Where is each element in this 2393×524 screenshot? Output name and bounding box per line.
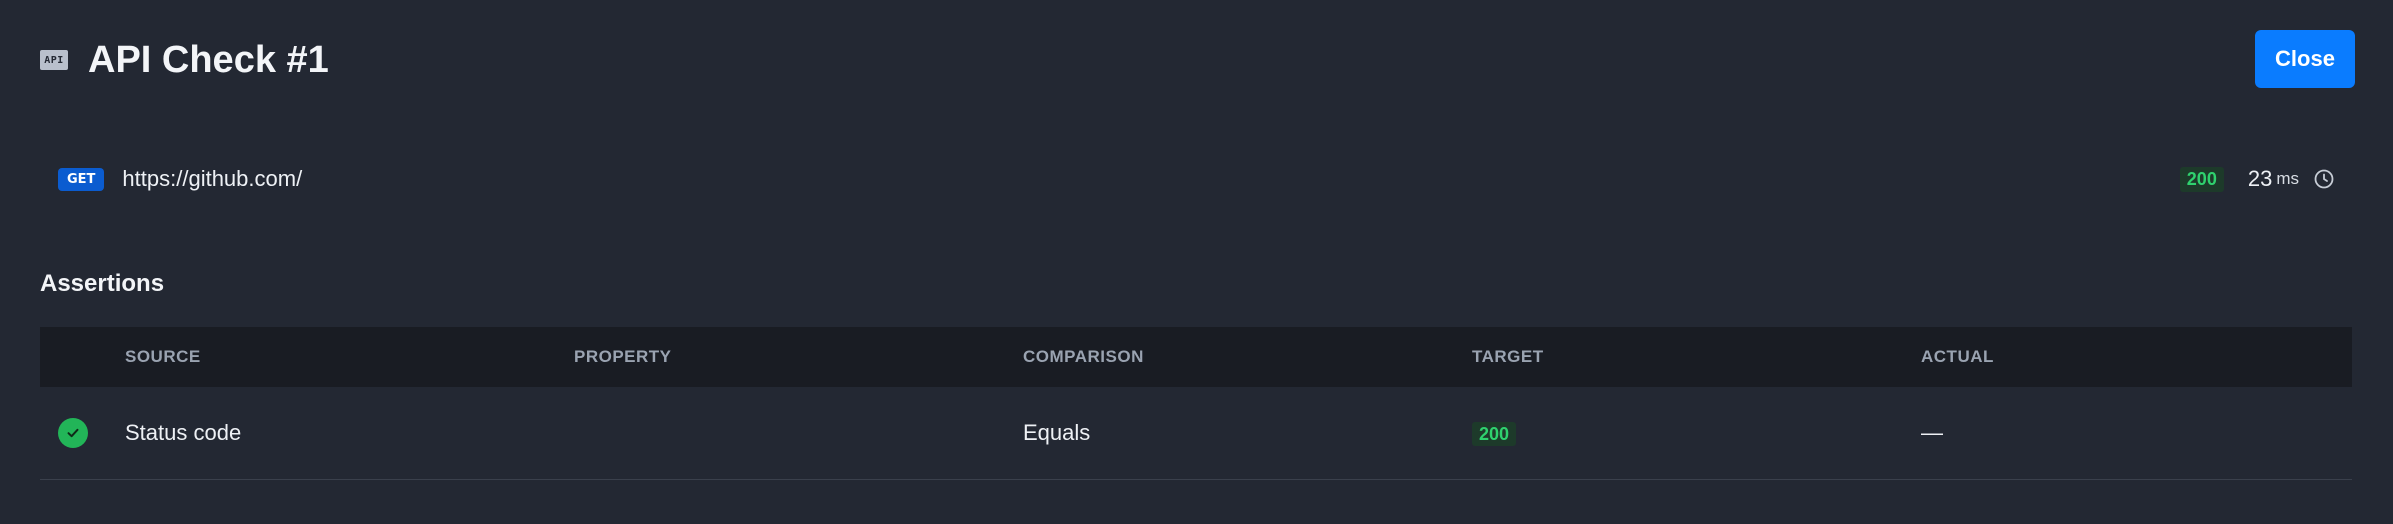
assertion-comparison: Equals xyxy=(1023,419,1091,445)
table-header-row: SOURCE PROPERTY COMPARISON TARGET ACTUAL xyxy=(40,327,2352,387)
assertion-source: Status code xyxy=(125,419,242,445)
column-header-actual: ACTUAL xyxy=(1921,347,1994,366)
column-header-property: PROPERTY xyxy=(574,347,672,366)
request-summary: GET https://github.com/ 200 23 ms xyxy=(40,155,2353,203)
response-meta: 200 23 ms xyxy=(2179,166,2335,192)
assertion-status-cell xyxy=(40,387,125,479)
method-badge: GET xyxy=(58,167,105,191)
assertions-title: Assertions xyxy=(40,270,165,297)
check-circle-icon xyxy=(58,417,88,448)
page-title: API Check #1 xyxy=(88,38,329,81)
assertion-property xyxy=(574,387,1023,479)
status-column-header xyxy=(40,327,125,387)
duration-unit: ms xyxy=(2276,169,2299,188)
assertion-target-badge: 200 xyxy=(1472,421,1517,446)
request-url: https://github.com/ xyxy=(122,166,303,191)
close-button[interactable]: Close xyxy=(2255,30,2355,88)
response-duration: 23 xyxy=(2247,166,2273,191)
clock-icon xyxy=(2313,168,2335,190)
column-header-source: SOURCE xyxy=(125,347,201,366)
header: API API Check #1 Close xyxy=(40,30,2373,90)
api-badge-icon: API xyxy=(40,50,68,70)
column-header-target: TARGET xyxy=(1472,347,1544,366)
assertion-actual: — xyxy=(1921,419,1943,445)
assertions-table: SOURCE PROPERTY COMPARISON TARGET ACTUAL… xyxy=(40,327,2352,480)
table-row: Status code Equals 200 — xyxy=(40,387,2352,479)
status-code-badge: 200 xyxy=(2179,166,2224,192)
assertion-target-cell: 200 xyxy=(1472,387,1921,479)
column-header-comparison: COMPARISON xyxy=(1023,347,1144,366)
